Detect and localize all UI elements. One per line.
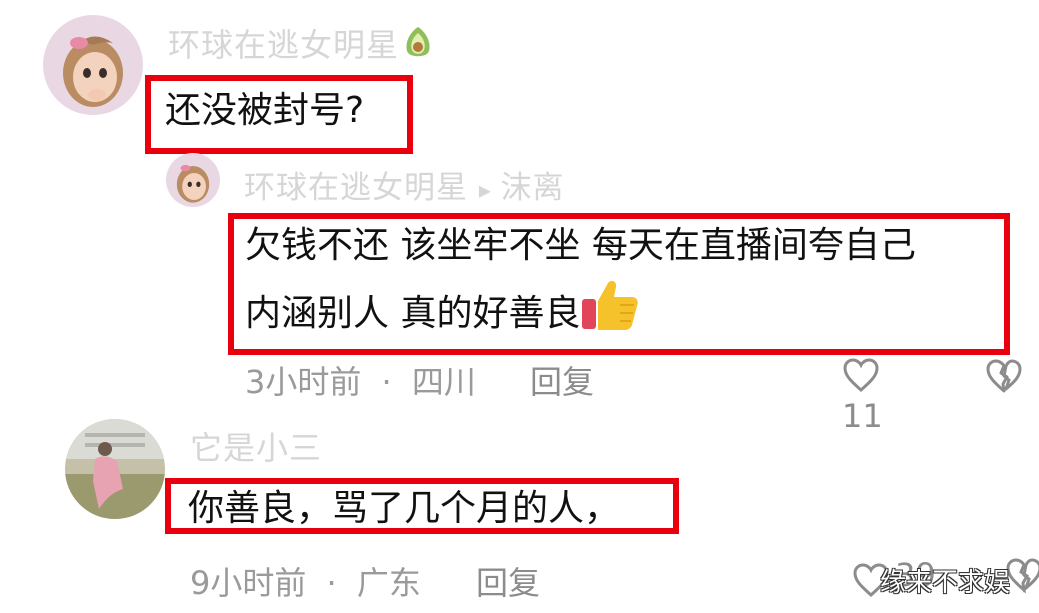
comment-time: 9小时前 — [190, 564, 307, 602]
comment-username[interactable]: 环球在逃女明星 — [168, 20, 435, 69]
reply-button[interactable]: 回复 — [476, 558, 540, 604]
reply-avatar[interactable] — [166, 153, 220, 207]
like-count: 11 — [842, 397, 883, 435]
avatar-photo-image — [65, 419, 165, 519]
avatar[interactable] — [65, 419, 165, 519]
reply-time: 3小时前 — [245, 363, 362, 401]
like-button[interactable]: 11 — [842, 357, 922, 435]
broken-heart-icon — [1006, 558, 1039, 594]
comment-text[interactable]: 你善良，骂了几个月的人， — [188, 478, 620, 540]
reply-button[interactable]: 回复 — [530, 357, 594, 403]
avatar-girl-image — [166, 153, 220, 207]
comment-text[interactable]: 还没被封号? — [165, 80, 364, 142]
comment-username[interactable]: 它是小三 — [190, 423, 322, 469]
dislike-button[interactable] — [1005, 557, 1039, 597]
avocado-icon — [401, 25, 435, 69]
avatar-girl-image — [43, 15, 143, 115]
reply-arrow-icon: ▸ — [478, 176, 501, 204]
reply-location: 四川 — [411, 363, 476, 401]
heart-outline-icon — [842, 357, 880, 397]
comment-location: 广东 — [356, 564, 421, 602]
meta-separator: · — [381, 363, 392, 401]
username-text: 环球在逃女明星 — [168, 26, 400, 64]
reply-text-line2-content: 内涵别人 真的好善良 — [245, 293, 581, 334]
comment-meta: 9小时前 · 广东 — [190, 558, 421, 604]
avatar[interactable] — [43, 15, 143, 115]
reply-text-line2[interactable]: 内涵别人 真的好善良 — [245, 277, 640, 353]
reply-text-line1[interactable]: 欠钱不还 该坐牢不坐 每天在直播间夸自己 — [245, 215, 916, 277]
dislike-button[interactable] — [985, 358, 1025, 398]
thumbs-up-icon — [580, 277, 640, 353]
reply-meta: 3小时前 · 四川 — [245, 357, 476, 403]
watermark: 缘来不求娱 — [880, 568, 1011, 598]
broken-heart-icon — [986, 359, 1022, 393]
reply-username: 环球在逃女明星 — [244, 170, 468, 206]
meta-separator: · — [326, 564, 337, 602]
reply-to-username: 沫离 — [500, 170, 565, 206]
reply-username-line[interactable]: 环球在逃女明星 ▸ 沫离 — [244, 162, 565, 207]
